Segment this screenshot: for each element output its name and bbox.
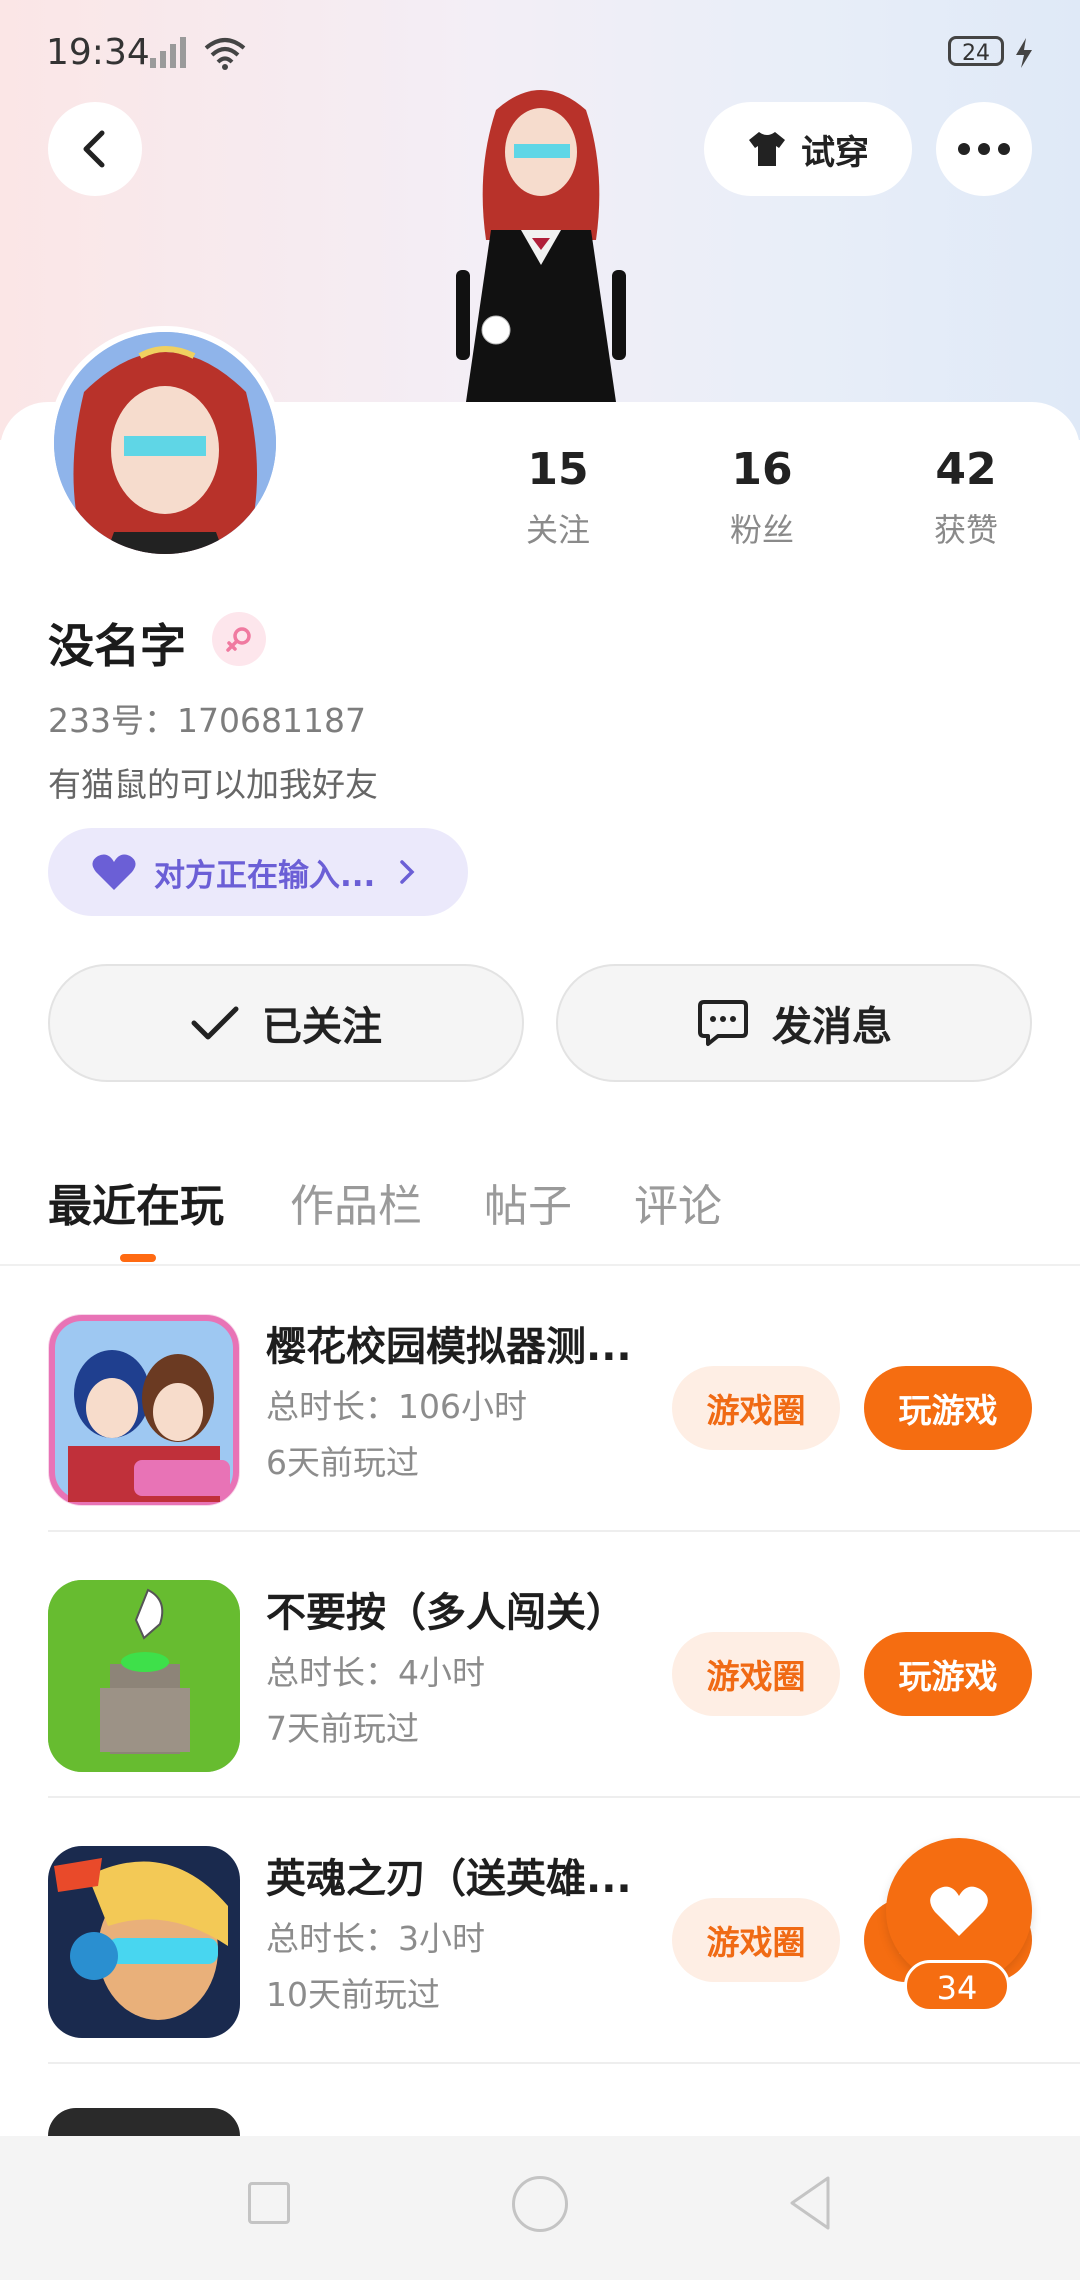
recent-apps-button[interactable] (248, 2182, 290, 2224)
typing-status-text: 对方正在输入... (154, 857, 376, 894)
avatar-3d-figure (456, 90, 626, 402)
avatar-illustration (54, 332, 276, 554)
game-last-played: 7天前玩过 (266, 1709, 419, 1748)
user-bio: 有猫鼠的可以加我好友 (48, 765, 378, 804)
game-list-item[interactable]: 不要按（多人闯关） 总时长：4小时 7天前玩过 游戏圈 玩游戏 (48, 1532, 1080, 1798)
game-icon (48, 1314, 240, 1506)
chat-bubble-icon (698, 1000, 748, 1046)
game-duration: 总时长：4小时 (266, 1653, 485, 1692)
game-icon (48, 1580, 240, 1772)
like-count-badge: 34 (904, 1960, 1010, 2012)
avatar-image (54, 332, 276, 554)
gender-female-icon (212, 612, 266, 666)
play-game-button[interactable]: 玩游戏 (864, 1366, 1032, 1450)
profile-tabs: 最近在玩 作品栏 帖子 评论 (0, 1160, 1080, 1266)
chevron-right-icon (400, 860, 415, 884)
game-icon (48, 1846, 240, 2038)
game-circle-button[interactable]: 游戏圈 (672, 1632, 840, 1716)
game-name: 英魂之刃（送英雄... (266, 1856, 632, 1902)
game-name: 不要按（多人闯关） (266, 1590, 626, 1636)
game-circle-button[interactable]: 游戏圈 (672, 1898, 840, 1982)
back-button[interactable] (48, 102, 142, 196)
back-nav-button[interactable] (786, 2174, 834, 2232)
stat-followers[interactable]: 16 粉丝 (682, 444, 842, 551)
following-label: 关注 (525, 511, 590, 549)
active-tab-indicator (120, 1254, 156, 1262)
likes-label: 获赞 (933, 511, 998, 549)
tab-recently-played[interactable]: 最近在玩 (48, 1170, 224, 1234)
user-id: 233号：170681187 (48, 701, 366, 740)
followed-button[interactable]: 已关注 (48, 964, 524, 1082)
charging-icon (1016, 38, 1032, 68)
user-name: 没名字 (48, 619, 186, 673)
followers-count: 16 (731, 444, 793, 495)
try-on-label: 试穿 (801, 132, 869, 173)
chevron-left-icon (83, 130, 105, 168)
followers-label: 粉丝 (729, 511, 794, 549)
heart-icon (930, 1886, 988, 1936)
try-on-button[interactable]: 试穿 (704, 102, 912, 196)
game-duration: 总时长：106小时 (266, 1387, 527, 1426)
game-duration: 总时长：3小时 (266, 1919, 485, 1958)
wifi-icon (204, 38, 246, 70)
game-name: 樱花校园模拟器测... (266, 1324, 632, 1370)
system-navigation-bar (0, 2136, 1080, 2280)
tshirt-icon (749, 132, 785, 166)
typing-status-pill[interactable]: 对方正在输入... (48, 828, 468, 916)
more-options-button[interactable] (936, 102, 1032, 196)
home-button[interactable] (512, 2176, 568, 2232)
game-last-played: 10天前玩过 (266, 1975, 440, 2014)
stat-likes[interactable]: 42 获赞 (886, 444, 1046, 551)
signal-icon (150, 37, 186, 68)
more-dot-icon (998, 143, 1010, 155)
battery-icon: 24 (948, 36, 1004, 66)
stat-following[interactable]: 15 关注 (478, 444, 638, 551)
user-avatar[interactable] (48, 326, 282, 560)
game-icon-partial (48, 2108, 240, 2136)
following-count: 15 (527, 444, 589, 495)
checkmark-icon (191, 1006, 239, 1040)
female-symbol-icon (226, 627, 251, 652)
tab-posts[interactable]: 帖子 (484, 1170, 572, 1234)
game-circle-button[interactable]: 游戏圈 (672, 1366, 840, 1450)
send-message-label: 发消息 (772, 1004, 892, 1050)
play-game-button[interactable]: 玩游戏 (864, 1632, 1032, 1716)
more-dot-icon (958, 143, 970, 155)
followed-label: 已关注 (262, 1004, 382, 1050)
likes-count: 42 (935, 444, 997, 495)
game-list-item[interactable]: 樱花校园模拟器测... 总时长：106小时 6天前玩过 游戏圈 玩游戏 (48, 1266, 1080, 1532)
game-last-played: 6天前玩过 (266, 1443, 419, 1482)
more-dot-icon (978, 143, 990, 155)
send-message-button[interactable]: 发消息 (556, 964, 1032, 1082)
status-time: 19:34 (46, 32, 150, 73)
tab-comments[interactable]: 评论 (634, 1170, 722, 1234)
heart-purple-icon (92, 854, 136, 890)
tab-works[interactable]: 作品栏 (290, 1170, 422, 1234)
